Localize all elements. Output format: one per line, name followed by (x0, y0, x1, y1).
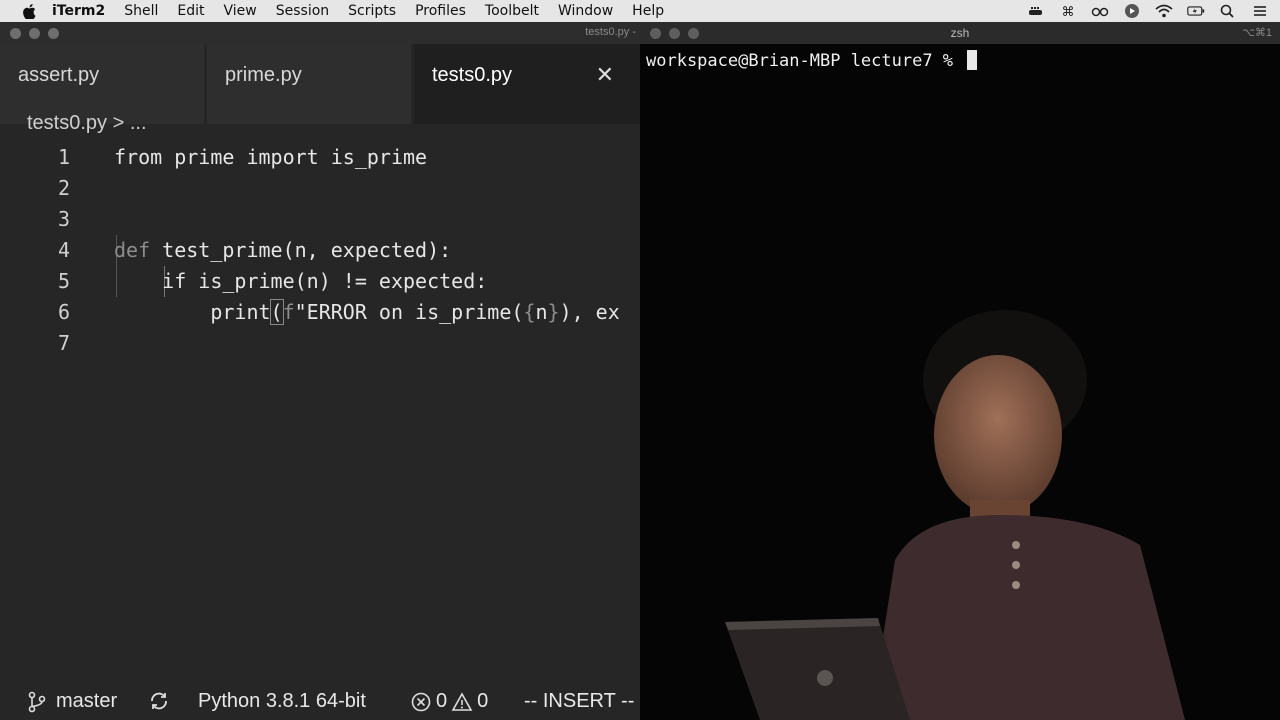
python-interpreter[interactable]: Python 3.8.1 64-bit (198, 690, 366, 713)
code-text: from prime import is_prime (114, 145, 428, 169)
code-area[interactable]: 1 from prime import is_prime 2 3 4 def t… (0, 142, 640, 359)
warning-count: 0 (477, 690, 489, 712)
control-center-icon[interactable] (1250, 3, 1270, 19)
tab-label: assert.py (18, 64, 100, 86)
breadcrumb[interactable]: tests0.py > ... (27, 112, 147, 135)
line-number: 5 (57, 269, 70, 293)
branch-name: master (56, 690, 118, 712)
menu-app-name[interactable]: iTerm2 (52, 3, 105, 19)
git-branch-indicator[interactable]: master (26, 690, 117, 713)
code-text: print(f"ERROR on is_prime({n}), ex (114, 299, 620, 325)
menu-scripts[interactable]: Scripts (348, 3, 396, 19)
close-window-icon[interactable] (10, 28, 21, 39)
code-line: 3 (0, 204, 640, 235)
close-tab-icon[interactable]: ✕ (596, 62, 614, 88)
command-key-icon[interactable]: ⌘ (1058, 3, 1078, 19)
error-count: 0 (436, 690, 448, 712)
warning-icon (451, 691, 473, 711)
line-number: 7 (57, 331, 70, 355)
line-number: 2 (57, 176, 70, 200)
error-icon (411, 692, 431, 711)
vim-mode: -- INSERT -- (524, 690, 635, 712)
apple-icon[interactable] (20, 3, 38, 19)
wifi-icon[interactable] (1154, 3, 1174, 19)
status-icons: ⌘ (1026, 0, 1270, 22)
code-line: 2 (0, 173, 640, 204)
menu-toolbelt[interactable]: Toolbelt (485, 3, 539, 19)
prompt-text: workspace@Brian-MBP lecture7 % (646, 51, 964, 71)
menu-view[interactable]: View (224, 3, 257, 19)
menu-bar: iTerm2 Shell Edit View Session Scripts P… (0, 0, 1280, 22)
tab-tests0[interactable]: tests0.py ✕ (414, 44, 640, 124)
code-text: def test_prime(n, expected): (114, 238, 452, 262)
shell-prompt[interactable]: workspace@Brian-MBP lecture7 % (646, 50, 978, 71)
tab-label: prime.py (225, 64, 302, 86)
code-text: if is_prime(n) != expected: (114, 269, 488, 293)
editor-window: tests0.py - assert.py prime.py tests0.py… (0, 22, 640, 720)
glasses-icon[interactable] (1090, 3, 1110, 19)
docker-icon[interactable] (1026, 3, 1046, 19)
code-line: 7 (0, 328, 640, 359)
text-cursor (967, 50, 978, 70)
play-circle-icon[interactable] (1122, 3, 1142, 19)
tab-label: tests0.py (432, 64, 513, 86)
svg-text:⌘: ⌘ (1062, 5, 1075, 18)
line-number: 1 (57, 145, 70, 169)
line-number: 3 (57, 207, 70, 231)
menu-shell[interactable]: Shell (124, 3, 158, 19)
minimize-window-icon[interactable] (29, 28, 40, 39)
menu-edit[interactable]: Edit (177, 3, 204, 19)
search-icon[interactable] (1218, 3, 1238, 19)
editor-window-title: tests0.py - (585, 26, 636, 38)
git-branch-icon (28, 691, 46, 712)
menu-help[interactable]: Help (632, 3, 664, 19)
editor-titlebar[interactable]: tests0.py - (0, 22, 640, 44)
window-shortcut: ⌥⌘1 (1242, 27, 1272, 39)
terminal-titlebar[interactable]: zsh ⌥⌘1 (640, 22, 1280, 44)
code-line: 1 from prime import is_prime (0, 142, 640, 173)
line-number: 6 (57, 300, 70, 324)
editor-status-bar: master Python 3.8.1 64-bit 0 0 -- INSERT… (0, 684, 640, 720)
code-line: 6 print(f"ERROR on is_prime({n}), ex (0, 297, 640, 328)
problems-indicator[interactable]: 0 0 (410, 690, 488, 713)
menu-profiles[interactable]: Profiles (415, 3, 466, 19)
menu-window[interactable]: Window (558, 3, 613, 19)
sync-icon[interactable] (148, 690, 170, 712)
terminal-window-title: zsh (950, 26, 970, 40)
tab-prime[interactable]: prime.py (207, 44, 411, 124)
presenter-video (725, 310, 1185, 720)
zoom-window-icon[interactable] (48, 28, 59, 39)
code-line: 5 if is_prime(n) != expected: (0, 266, 640, 297)
line-number: 4 (57, 238, 70, 262)
menu-session[interactable]: Session (276, 3, 329, 19)
battery-icon[interactable] (1186, 3, 1206, 19)
code-line: 4 def test_prime(n, expected): (0, 235, 640, 266)
